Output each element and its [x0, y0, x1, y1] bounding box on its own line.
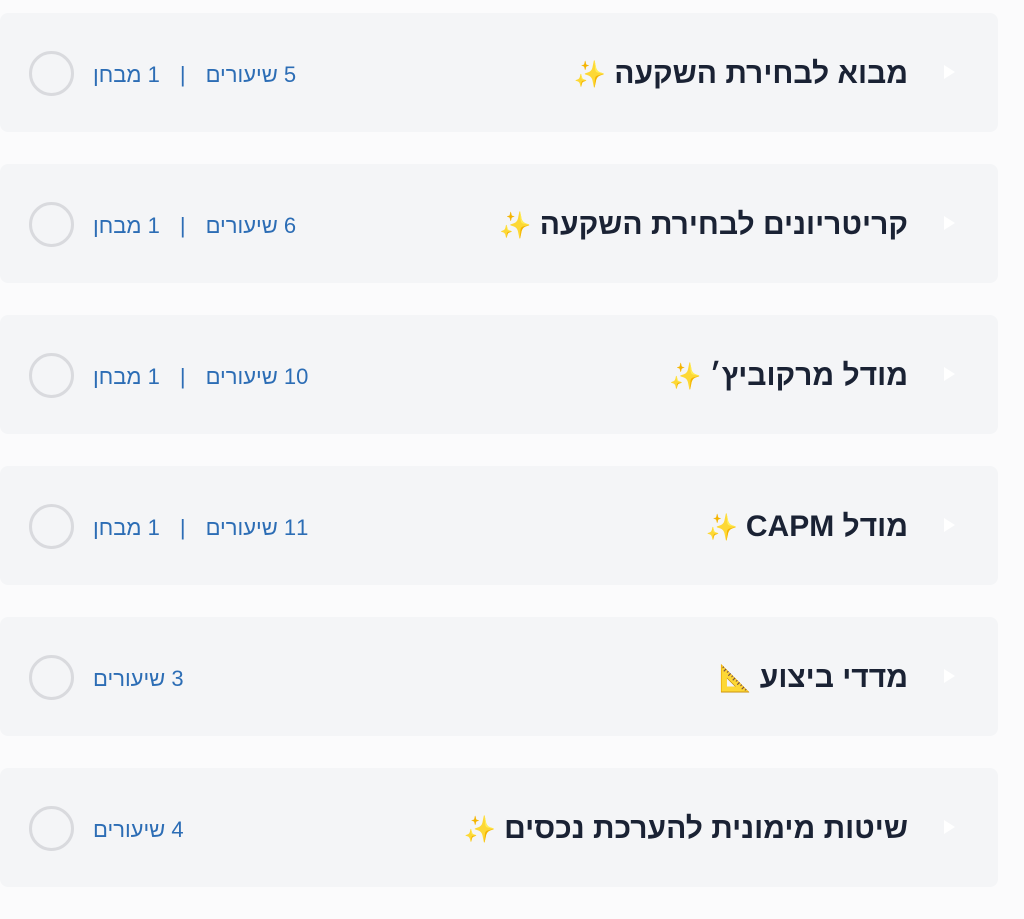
completion-circle-icon[interactable]: [29, 504, 74, 549]
section-meta: 11 שיעורים | 1 מבחן: [93, 515, 308, 541]
lessons-count: 11 שיעורים: [205, 515, 309, 540]
section-meta: 5 שיעורים | 1 מבחן: [93, 62, 296, 88]
section-title: מבוא לבחירת השקעה✨: [574, 55, 908, 93]
course-sections-list: מבוא לבחירת השקעה✨ 5 שיעורים|1 מבחן קריט…: [0, 13, 998, 919]
section-title-text: קריטריונים לבחירת השקעה: [539, 208, 908, 241]
triangular-ruler-icon: 📐: [719, 663, 752, 693]
completion-circle-icon[interactable]: [29, 353, 74, 398]
section-title-text: מדדי ביצוע: [759, 661, 908, 694]
completion-circle-icon[interactable]: [29, 202, 74, 247]
section-title-text: מודל מרקוביץ׳: [709, 359, 908, 392]
section-title-text: מודל CAPM: [745, 510, 908, 543]
sparkles-icon: ✨: [705, 512, 738, 542]
lessons-count: 10 שיעורים: [205, 364, 309, 389]
sparkles-icon: ✨: [669, 361, 702, 391]
section-title: מודל CAPM✨: [705, 508, 908, 546]
exam-count: 1 מבחן: [93, 62, 160, 87]
lessons-count: 5 שיעורים: [205, 62, 297, 87]
expand-triangle-icon[interactable]: [944, 216, 955, 230]
meta-separator: |: [179, 62, 186, 87]
section-title: קריטריונים לבחירת השקעה✨: [499, 206, 908, 244]
expand-triangle-icon[interactable]: [944, 518, 955, 532]
completion-circle-icon[interactable]: [29, 655, 74, 700]
section-title: מודל מרקוביץ׳✨: [669, 357, 908, 395]
sparkles-icon: ✨: [573, 59, 607, 89]
expand-triangle-icon[interactable]: [944, 820, 955, 834]
meta-separator: |: [179, 515, 186, 540]
course-section-row[interactable]: מודל CAPM✨ 11 שיעורים | 1 מבחן: [0, 466, 998, 585]
course-section-row[interactable]: מדדי ביצוע📐 3 שיעורים: [0, 617, 998, 736]
course-section-row[interactable]: קריטריונים לבחירת השקעה✨ 6 שיעורים | 1 מבח…: [0, 164, 998, 283]
expand-triangle-icon[interactable]: [944, 669, 955, 683]
completion-circle-icon[interactable]: [29, 51, 74, 96]
course-section-row[interactable]: שיטות מימונית להערכת נכסים✨ 4 שיעורים: [0, 768, 998, 887]
lessons-count: 6 שיעורים: [205, 213, 297, 238]
section-title: שיטות מימונית להערכת נכסים✨: [464, 810, 908, 848]
lessons-count: 4 שיעורים: [93, 817, 184, 842]
section-title: מדדי ביצוע📐: [719, 659, 908, 697]
meta-separator: |: [179, 364, 186, 389]
section-title-text: שיטות מימונית להערכת נכסים: [504, 812, 908, 845]
section-meta: 3 שיעורים: [93, 666, 184, 692]
exam-count: 1 מבחן: [93, 213, 160, 238]
lessons-count: 3 שיעורים: [93, 666, 184, 691]
exam-count: 1 מבחן: [93, 515, 160, 540]
section-meta: 6 שיעורים | 1 מבחן: [93, 213, 296, 239]
course-section-row[interactable]: מבוא לבחירת השקעה✨ 5 שיעורים | 1 מבחן: [0, 13, 998, 132]
section-title-text: מבוא לבחירת השקעה: [614, 57, 908, 90]
expand-triangle-icon[interactable]: [944, 367, 955, 381]
section-meta: 10 שיעורים | 1 מבחן: [93, 364, 308, 390]
sparkles-icon: ✨: [499, 210, 532, 240]
exam-count: 1 מבחן: [93, 364, 160, 389]
sparkles-icon: ✨: [463, 814, 497, 844]
expand-triangle-icon[interactable]: [944, 65, 955, 79]
course-section-row[interactable]: מודל מרקוביץ׳✨ 10 שיעורים | 1 מבחן: [0, 315, 998, 434]
meta-separator: |: [179, 213, 186, 238]
section-meta: 4 שיעורים: [93, 817, 184, 843]
completion-circle-icon[interactable]: [29, 806, 74, 851]
